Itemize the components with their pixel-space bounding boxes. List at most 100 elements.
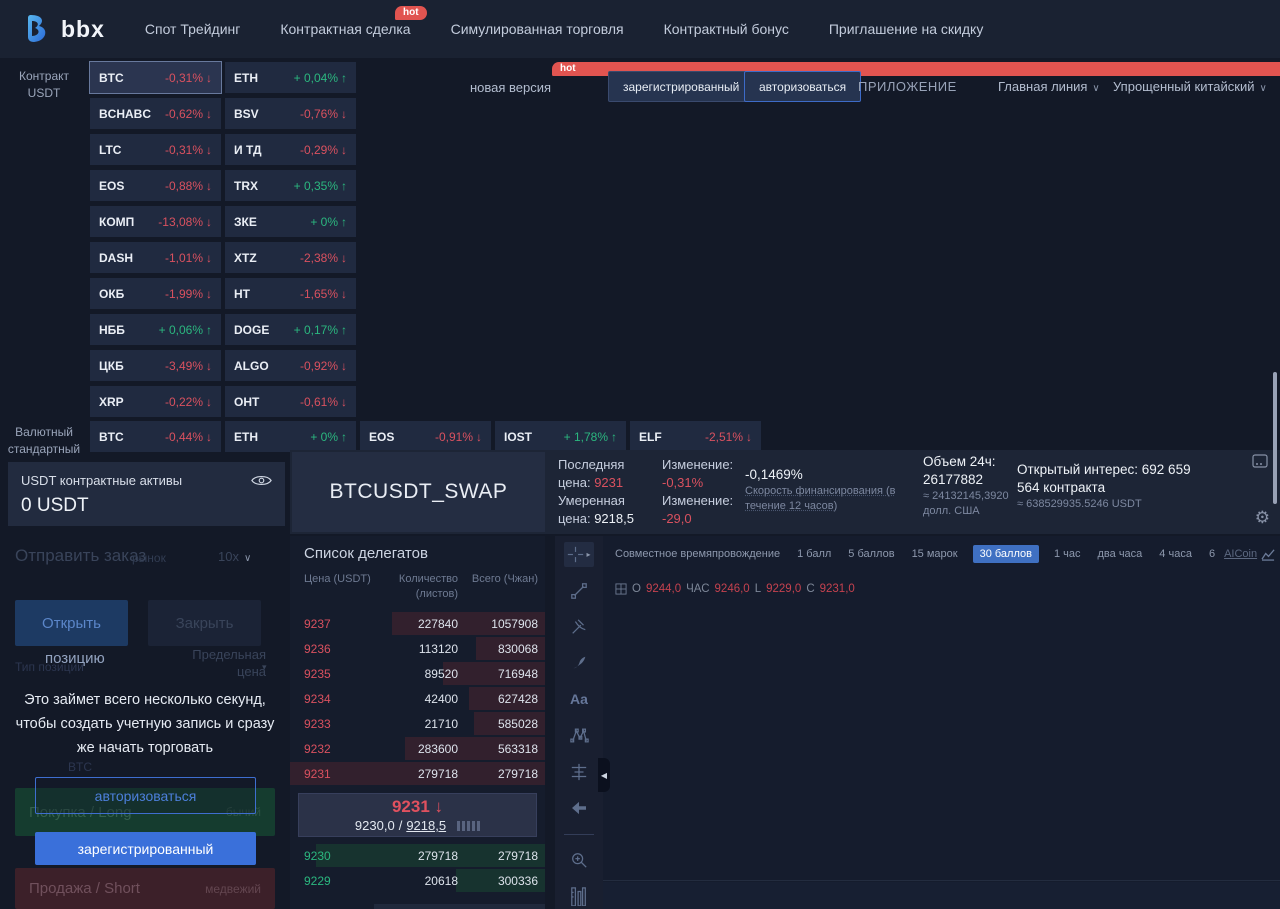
- market-pair[interactable]: IOST + 1,78%: [495, 421, 626, 452]
- market-pair[interactable]: XRP -0,22%: [90, 386, 221, 417]
- market-pair[interactable]: ALGO -0,92%: [225, 350, 356, 381]
- position-tool[interactable]: [564, 759, 594, 784]
- market-pair[interactable]: LTC -0,31%: [90, 134, 221, 165]
- market-pair[interactable]: DASH -1,01%: [90, 242, 221, 273]
- trend-arrow-icon: [206, 179, 212, 193]
- limit-price-select[interactable]: Предельная цена: [178, 646, 266, 680]
- market-pair[interactable]: DOGE + 0,17%: [225, 314, 356, 345]
- trend-arrow-icon: [341, 287, 347, 301]
- leverage-select[interactable]: 10x: [218, 549, 251, 564]
- send-order-label: Отправить заказ: [15, 546, 147, 565]
- new-version-label[interactable]: новая версия: [470, 80, 551, 95]
- crosshair-tool[interactable]: ▸: [564, 542, 594, 568]
- pane-divider[interactable]: [603, 880, 1280, 881]
- timeframe-button[interactable]: 15 марок: [910, 545, 960, 563]
- legend-toggle-icon[interactable]: [615, 583, 627, 595]
- depth-meter-icon: [457, 820, 481, 831]
- pair-symbol: EOS: [369, 429, 395, 444]
- orderbook-ask-row[interactable]: 9235 89520 716948: [290, 661, 545, 686]
- timeframe-button[interactable]: два часа: [1096, 545, 1145, 563]
- market-pair[interactable]: HT -1,65%: [225, 278, 356, 309]
- eye-icon[interactable]: [251, 474, 272, 487]
- bbx-logo[interactable]: bbx: [22, 13, 105, 45]
- market-pair[interactable]: НББ + 0,06%: [90, 314, 221, 345]
- sell-short-button[interactable]: Продажа / Short медвежий: [15, 868, 275, 909]
- brush-tool[interactable]: [564, 651, 594, 676]
- language-select[interactable]: Упрощенный китайский: [1113, 79, 1267, 94]
- stats-icon[interactable]: [1261, 548, 1276, 561]
- app-link[interactable]: ПРИЛОЖЕНИЕ: [858, 79, 957, 94]
- market-pair[interactable]: ETH + 0,04%: [225, 62, 356, 93]
- orderbook-ask-row[interactable]: 9231 279718 279718: [290, 761, 545, 786]
- market-pair[interactable]: ОНТ -0,61%: [225, 386, 356, 417]
- layout-icon[interactable]: [1252, 454, 1268, 468]
- measure-tool[interactable]: [564, 884, 594, 909]
- xabcd-pattern-tool[interactable]: [564, 723, 594, 748]
- orderbook-ask-row[interactable]: 9233 21710 585028: [290, 711, 545, 736]
- page-scrollbar[interactable]: [1273, 372, 1277, 504]
- currency-standard-label: Валютный стандартный: [7, 425, 81, 456]
- login-button[interactable]: авторизоваться: [744, 71, 862, 102]
- orderbook-ask-row[interactable]: 9236 113120 830068: [290, 636, 545, 661]
- close-position-tab[interactable]: Закрыть: [148, 600, 261, 646]
- nav-item[interactable]: Контрактный бонус: [664, 21, 789, 37]
- market-pair[interactable]: ОКБ -1,99%: [90, 278, 221, 309]
- pair-change: -0,31%: [164, 70, 203, 85]
- market-pair[interactable]: EOS -0,88%: [90, 170, 221, 201]
- orderbook-bid-row[interactable]: 9229 20618 300336: [290, 868, 545, 893]
- trend-line-tool[interactable]: [564, 578, 594, 603]
- trend-arrow-icon: [341, 107, 347, 121]
- market-pair[interactable]: BTC -0,31%: [90, 62, 221, 93]
- orderbook-ask-row[interactable]: 9237 227840 1057908: [290, 611, 545, 636]
- orderbook-ask-row[interactable]: 9234 42400 627428: [290, 686, 545, 711]
- nav-item[interactable]: Спот Трейдинг: [145, 21, 240, 37]
- trend-arrow-icon: [341, 251, 347, 265]
- register-solid-button[interactable]: зарегистрированный: [35, 832, 256, 865]
- timeframe-button[interactable]: 1 балл: [795, 545, 833, 563]
- timeframe-button[interactable]: 1 час: [1052, 545, 1083, 563]
- orderbook-ask-row[interactable]: 9232 283600 563318: [290, 736, 545, 761]
- market-pair[interactable]: ЦКБ -3,49%: [90, 350, 221, 381]
- nav-item-label: Приглашение на скидку: [828, 21, 984, 37]
- market-pair[interactable]: КОМП -13,08%: [90, 206, 221, 237]
- market-pair[interactable]: BCHABC -0,62%: [90, 98, 221, 129]
- nav-item[interactable]: Симулированная торговля: [451, 21, 624, 37]
- line-select[interactable]: Главная линия: [998, 79, 1100, 94]
- pair-symbol: BSV: [234, 106, 259, 121]
- pair-symbol: BTC: [99, 429, 124, 444]
- open-position-tab[interactable]: Открыть: [15, 600, 128, 646]
- register-button[interactable]: зарегистрированный: [608, 71, 755, 102]
- pair-change: -1,99%: [164, 286, 203, 301]
- chart-panel: ▸ Aa ◀ Совместное времяпровождение 1 бал…: [555, 536, 1280, 909]
- pitchfork-tool[interactable]: [564, 614, 594, 639]
- market-pair[interactable]: XTZ -2,38%: [225, 242, 356, 273]
- timeframe-button[interactable]: 4 часа: [1157, 545, 1194, 563]
- gear-icon[interactable]: ⚙: [1255, 508, 1270, 528]
- pair-change: -0,29%: [299, 142, 338, 157]
- last-price-box[interactable]: 9231 ↓ 9230,0/9218,5: [298, 793, 537, 837]
- login-outline-button[interactable]: авторизоваться: [35, 777, 256, 814]
- market-pair[interactable]: ELF -2,51%: [630, 421, 761, 452]
- timeframe-button[interactable]: 5 баллов: [846, 545, 896, 563]
- market-pair[interactable]: ETH + 0%: [225, 421, 356, 452]
- market-pair[interactable]: TRX + 0,35%: [225, 170, 356, 201]
- market-pair[interactable]: ЗКЕ + 0%: [225, 206, 356, 237]
- nav-item[interactable]: Контрактная сделка hot: [280, 6, 427, 37]
- zoom-in-tool[interactable]: [564, 848, 594, 873]
- market-pair[interactable]: BSV -0,76%: [225, 98, 356, 129]
- pair-change: + 0,35%: [293, 178, 338, 193]
- nav-item[interactable]: Приглашение на скидку: [829, 21, 983, 37]
- market-pair[interactable]: EOS -0,91%: [360, 421, 491, 452]
- timeframe-button[interactable]: 30 баллов: [972, 545, 1039, 563]
- orderbook-bid-row[interactable]: 9230 279718 279718: [290, 843, 545, 868]
- collapse-toolbar-handle[interactable]: ◀: [598, 758, 610, 792]
- quantity-unit-label: BTC: [68, 760, 92, 774]
- market-pair[interactable]: BTC -0,44%: [90, 421, 221, 452]
- timeframe-button[interactable]: 6: [1207, 545, 1217, 563]
- text-tool[interactable]: Aa: [564, 687, 594, 712]
- timeframe-button[interactable]: Совместное времяпровождение: [613, 545, 782, 563]
- ticker-bar: BTCUSDT_SWAP Последняя цена: 9231 Умерен…: [290, 450, 1280, 534]
- undo-arrow-icon[interactable]: [564, 795, 594, 820]
- orderbook-headers: Цена (USDT) Количество (листов) Всего (Чж…: [304, 573, 538, 600]
- market-pair[interactable]: И ТД -0,29%: [225, 134, 356, 165]
